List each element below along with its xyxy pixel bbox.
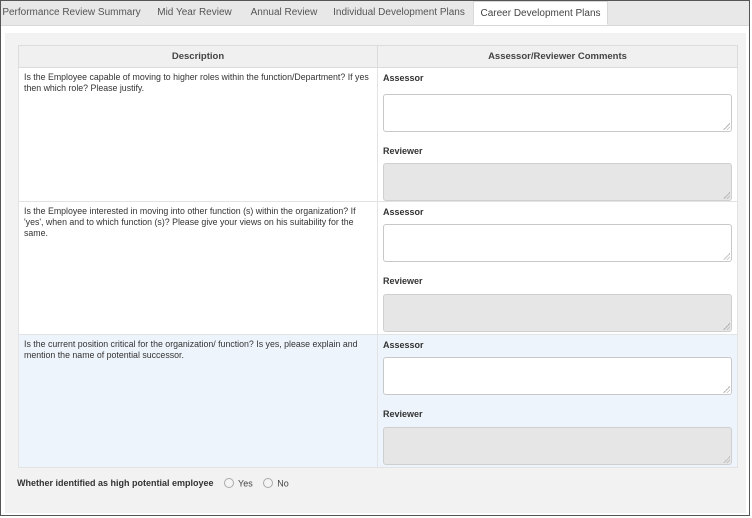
reviewer-label: Reviewer — [383, 146, 423, 156]
question-text: Is the Employee capable of moving to hig… — [24, 72, 369, 93]
radio-yes[interactable] — [224, 477, 235, 488]
header-description: Description — [18, 45, 378, 68]
resize-grip-icon[interactable] — [723, 123, 730, 130]
tab-bar: Performance Review Summary Mid Year Revi… — [1, 1, 749, 26]
high-potential-field: Whether identified as high potential emp… — [17, 477, 289, 489]
table-header-row: Description Assessor/Reviewer Comments — [18, 45, 738, 68]
question-text: Is the Employee interested in moving int… — [24, 206, 356, 238]
tab-individual-development-plans[interactable]: Individual Development Plans — [328, 1, 470, 25]
radio-no[interactable] — [263, 477, 274, 488]
resize-grip-icon[interactable] — [723, 386, 730, 393]
tab-performance-review-summary[interactable]: Performance Review Summary — [1, 1, 142, 25]
radio-no-label[interactable]: No — [277, 479, 289, 489]
comments-cell: Assessor Reviewer — [378, 72, 737, 201]
window-frame: Performance Review Summary Mid Year Revi… — [0, 0, 750, 516]
high-potential-label: Whether identified as high potential emp… — [17, 478, 214, 488]
header-comments: Assessor/Reviewer Comments — [377, 45, 738, 68]
comments-cell: Assessor Reviewer — [378, 206, 737, 332]
assessor-label: Assessor — [383, 73, 424, 83]
radio-yes-label[interactable]: Yes — [238, 479, 253, 489]
reviewer-label: Reviewer — [383, 409, 423, 419]
resize-grip-icon[interactable] — [723, 253, 730, 260]
comments-cell: Assessor Reviewer — [378, 339, 737, 465]
career-plan-table: Description Assessor/Reviewer Comments I… — [18, 45, 738, 468]
resize-grip-icon[interactable] — [723, 192, 730, 199]
assessor-label: Assessor — [383, 207, 424, 217]
resize-grip-icon[interactable] — [723, 323, 730, 330]
table-row: Is the Employee capable of moving to hig… — [18, 67, 738, 202]
tab-career-development-plans[interactable]: Career Development Plans — [473, 1, 608, 25]
table-row: Is the Employee interested in moving int… — [18, 201, 738, 335]
tab-annual-review[interactable]: Annual Review — [244, 1, 324, 25]
resize-grip-icon[interactable] — [723, 456, 730, 463]
reviewer-textarea[interactable] — [383, 427, 732, 465]
table-row: Is the current position critical for the… — [18, 334, 738, 468]
reviewer-label: Reviewer — [383, 276, 423, 286]
tab-mid-year-review[interactable]: Mid Year Review — [146, 1, 243, 25]
reviewer-textarea[interactable] — [383, 163, 732, 201]
reviewer-textarea[interactable] — [383, 294, 732, 332]
assessor-textarea[interactable] — [383, 224, 732, 262]
assessor-textarea[interactable] — [383, 357, 732, 395]
assessor-label: Assessor — [383, 340, 424, 350]
question-text: Is the current position critical for the… — [24, 339, 358, 360]
assessor-textarea[interactable] — [383, 94, 732, 132]
